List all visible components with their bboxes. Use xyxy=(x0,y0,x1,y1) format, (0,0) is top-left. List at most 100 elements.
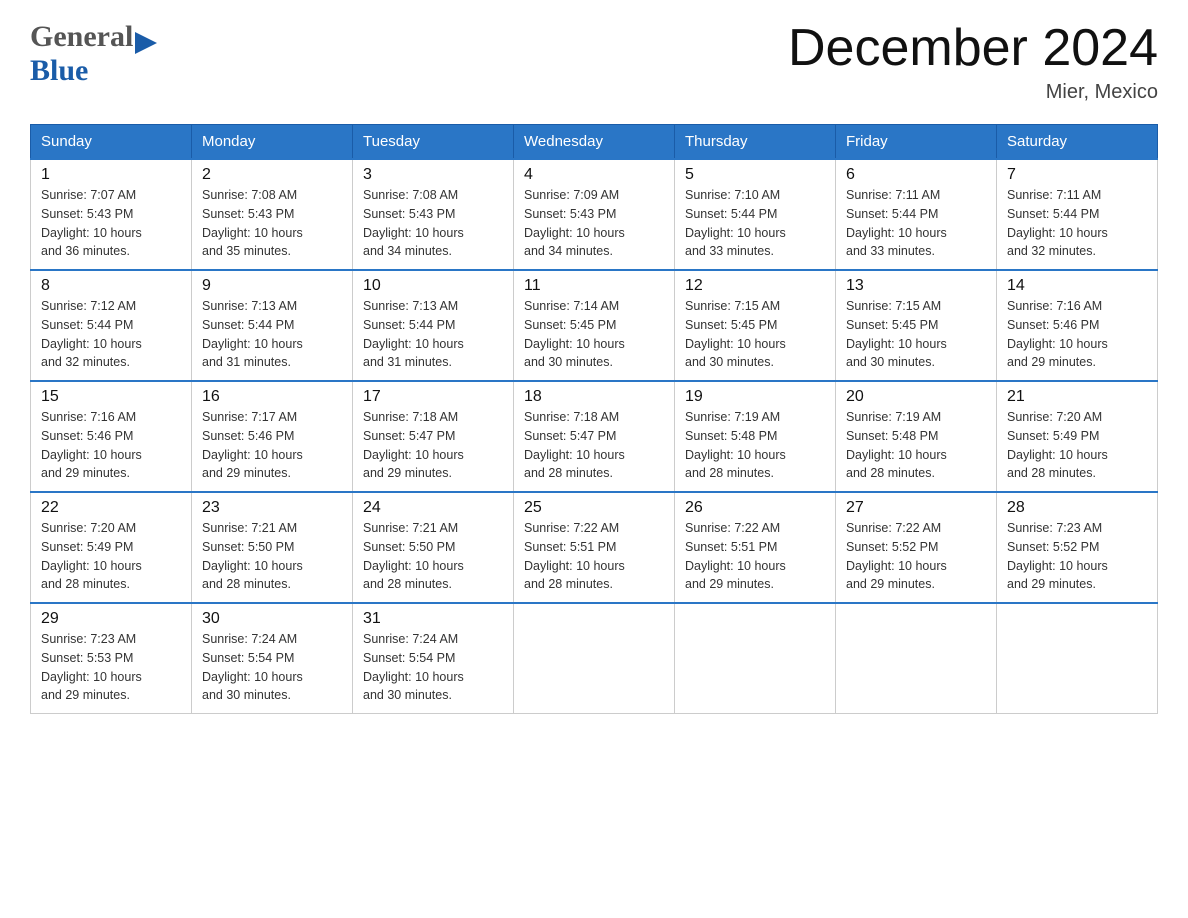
calendar-cell: 30 Sunrise: 7:24 AM Sunset: 5:54 PM Dayl… xyxy=(192,603,353,714)
day-number: 9 xyxy=(202,277,342,295)
day-info: Sunrise: 7:22 AM Sunset: 5:51 PM Dayligh… xyxy=(685,519,825,594)
location: Mier, Mexico xyxy=(788,81,1158,104)
calendar-cell: 1 Sunrise: 7:07 AM Sunset: 5:43 PM Dayli… xyxy=(31,159,192,270)
logo-general-text: General xyxy=(30,20,133,54)
day-number: 26 xyxy=(685,499,825,517)
calendar-cell xyxy=(836,603,997,714)
day-info: Sunrise: 7:11 AM Sunset: 5:44 PM Dayligh… xyxy=(846,186,986,261)
day-info: Sunrise: 7:24 AM Sunset: 5:54 PM Dayligh… xyxy=(202,630,342,705)
day-of-week-header: Wednesday xyxy=(514,125,675,160)
calendar-cell: 21 Sunrise: 7:20 AM Sunset: 5:49 PM Dayl… xyxy=(997,381,1158,492)
day-number: 19 xyxy=(685,388,825,406)
calendar-cell xyxy=(514,603,675,714)
calendar-cell: 12 Sunrise: 7:15 AM Sunset: 5:45 PM Dayl… xyxy=(675,270,836,381)
day-number: 13 xyxy=(846,277,986,295)
logo: General Blue xyxy=(30,20,157,88)
day-number: 22 xyxy=(41,499,181,517)
calendar-body: 1 Sunrise: 7:07 AM Sunset: 5:43 PM Dayli… xyxy=(31,159,1158,714)
calendar-cell: 5 Sunrise: 7:10 AM Sunset: 5:44 PM Dayli… xyxy=(675,159,836,270)
calendar-week-row: 29 Sunrise: 7:23 AM Sunset: 5:53 PM Dayl… xyxy=(31,603,1158,714)
calendar-cell: 11 Sunrise: 7:14 AM Sunset: 5:45 PM Dayl… xyxy=(514,270,675,381)
day-info: Sunrise: 7:08 AM Sunset: 5:43 PM Dayligh… xyxy=(363,186,503,261)
logo-arrow-icon xyxy=(135,32,157,54)
day-info: Sunrise: 7:23 AM Sunset: 5:53 PM Dayligh… xyxy=(41,630,181,705)
calendar-cell: 23 Sunrise: 7:21 AM Sunset: 5:50 PM Dayl… xyxy=(192,492,353,603)
calendar-cell: 20 Sunrise: 7:19 AM Sunset: 5:48 PM Dayl… xyxy=(836,381,997,492)
day-number: 23 xyxy=(202,499,342,517)
day-number: 20 xyxy=(846,388,986,406)
calendar-cell: 18 Sunrise: 7:18 AM Sunset: 5:47 PM Dayl… xyxy=(514,381,675,492)
day-number: 2 xyxy=(202,166,342,184)
calendar-cell: 9 Sunrise: 7:13 AM Sunset: 5:44 PM Dayli… xyxy=(192,270,353,381)
calendar-cell: 6 Sunrise: 7:11 AM Sunset: 5:44 PM Dayli… xyxy=(836,159,997,270)
day-info: Sunrise: 7:19 AM Sunset: 5:48 PM Dayligh… xyxy=(846,408,986,483)
day-info: Sunrise: 7:12 AM Sunset: 5:44 PM Dayligh… xyxy=(41,297,181,372)
day-of-week-header: Friday xyxy=(836,125,997,160)
day-number: 5 xyxy=(685,166,825,184)
day-number: 12 xyxy=(685,277,825,295)
calendar-cell: 10 Sunrise: 7:13 AM Sunset: 5:44 PM Dayl… xyxy=(353,270,514,381)
calendar-week-row: 15 Sunrise: 7:16 AM Sunset: 5:46 PM Dayl… xyxy=(31,381,1158,492)
day-number: 21 xyxy=(1007,388,1147,406)
day-number: 17 xyxy=(363,388,503,406)
day-number: 8 xyxy=(41,277,181,295)
calendar-cell: 27 Sunrise: 7:22 AM Sunset: 5:52 PM Dayl… xyxy=(836,492,997,603)
page-header: General Blue December 2024 Mier, Mexico xyxy=(30,20,1158,104)
day-info: Sunrise: 7:21 AM Sunset: 5:50 PM Dayligh… xyxy=(202,519,342,594)
calendar-cell: 17 Sunrise: 7:18 AM Sunset: 5:47 PM Dayl… xyxy=(353,381,514,492)
day-info: Sunrise: 7:10 AM Sunset: 5:44 PM Dayligh… xyxy=(685,186,825,261)
calendar-week-row: 8 Sunrise: 7:12 AM Sunset: 5:44 PM Dayli… xyxy=(31,270,1158,381)
day-info: Sunrise: 7:23 AM Sunset: 5:52 PM Dayligh… xyxy=(1007,519,1147,594)
calendar-cell: 19 Sunrise: 7:19 AM Sunset: 5:48 PM Dayl… xyxy=(675,381,836,492)
day-number: 28 xyxy=(1007,499,1147,517)
day-number: 24 xyxy=(363,499,503,517)
day-number: 15 xyxy=(41,388,181,406)
calendar-cell: 7 Sunrise: 7:11 AM Sunset: 5:44 PM Dayli… xyxy=(997,159,1158,270)
day-info: Sunrise: 7:07 AM Sunset: 5:43 PM Dayligh… xyxy=(41,186,181,261)
month-title: December 2024 xyxy=(788,20,1158,77)
day-info: Sunrise: 7:13 AM Sunset: 5:44 PM Dayligh… xyxy=(202,297,342,372)
day-number: 30 xyxy=(202,610,342,628)
day-info: Sunrise: 7:16 AM Sunset: 5:46 PM Dayligh… xyxy=(41,408,181,483)
day-info: Sunrise: 7:18 AM Sunset: 5:47 PM Dayligh… xyxy=(363,408,503,483)
day-info: Sunrise: 7:09 AM Sunset: 5:43 PM Dayligh… xyxy=(524,186,664,261)
day-of-week-header: Sunday xyxy=(31,125,192,160)
day-number: 14 xyxy=(1007,277,1147,295)
day-number: 31 xyxy=(363,610,503,628)
day-info: Sunrise: 7:19 AM Sunset: 5:48 PM Dayligh… xyxy=(685,408,825,483)
day-info: Sunrise: 7:22 AM Sunset: 5:52 PM Dayligh… xyxy=(846,519,986,594)
calendar-cell: 3 Sunrise: 7:08 AM Sunset: 5:43 PM Dayli… xyxy=(353,159,514,270)
calendar-cell: 31 Sunrise: 7:24 AM Sunset: 5:54 PM Dayl… xyxy=(353,603,514,714)
logo-blue-text: Blue xyxy=(30,54,88,87)
day-info: Sunrise: 7:17 AM Sunset: 5:46 PM Dayligh… xyxy=(202,408,342,483)
day-info: Sunrise: 7:20 AM Sunset: 5:49 PM Dayligh… xyxy=(1007,408,1147,483)
calendar-cell: 15 Sunrise: 7:16 AM Sunset: 5:46 PM Dayl… xyxy=(31,381,192,492)
calendar-cell: 26 Sunrise: 7:22 AM Sunset: 5:51 PM Dayl… xyxy=(675,492,836,603)
day-info: Sunrise: 7:24 AM Sunset: 5:54 PM Dayligh… xyxy=(363,630,503,705)
calendar-table: SundayMondayTuesdayWednesdayThursdayFrid… xyxy=(30,124,1158,714)
day-number: 25 xyxy=(524,499,664,517)
calendar-cell: 8 Sunrise: 7:12 AM Sunset: 5:44 PM Dayli… xyxy=(31,270,192,381)
calendar-cell: 24 Sunrise: 7:21 AM Sunset: 5:50 PM Dayl… xyxy=(353,492,514,603)
calendar-week-row: 1 Sunrise: 7:07 AM Sunset: 5:43 PM Dayli… xyxy=(31,159,1158,270)
day-number: 16 xyxy=(202,388,342,406)
calendar-cell: 29 Sunrise: 7:23 AM Sunset: 5:53 PM Dayl… xyxy=(31,603,192,714)
day-info: Sunrise: 7:22 AM Sunset: 5:51 PM Dayligh… xyxy=(524,519,664,594)
day-number: 27 xyxy=(846,499,986,517)
day-of-week-header: Monday xyxy=(192,125,353,160)
day-number: 6 xyxy=(846,166,986,184)
day-number: 18 xyxy=(524,388,664,406)
calendar-cell: 4 Sunrise: 7:09 AM Sunset: 5:43 PM Dayli… xyxy=(514,159,675,270)
day-info: Sunrise: 7:18 AM Sunset: 5:47 PM Dayligh… xyxy=(524,408,664,483)
calendar-cell: 16 Sunrise: 7:17 AM Sunset: 5:46 PM Dayl… xyxy=(192,381,353,492)
header-row: SundayMondayTuesdayWednesdayThursdayFrid… xyxy=(31,125,1158,160)
day-of-week-header: Thursday xyxy=(675,125,836,160)
day-number: 4 xyxy=(524,166,664,184)
day-info: Sunrise: 7:15 AM Sunset: 5:45 PM Dayligh… xyxy=(685,297,825,372)
day-of-week-header: Saturday xyxy=(997,125,1158,160)
calendar-cell: 2 Sunrise: 7:08 AM Sunset: 5:43 PM Dayli… xyxy=(192,159,353,270)
day-number: 29 xyxy=(41,610,181,628)
day-info: Sunrise: 7:15 AM Sunset: 5:45 PM Dayligh… xyxy=(846,297,986,372)
day-info: Sunrise: 7:13 AM Sunset: 5:44 PM Dayligh… xyxy=(363,297,503,372)
day-number: 11 xyxy=(524,277,664,295)
